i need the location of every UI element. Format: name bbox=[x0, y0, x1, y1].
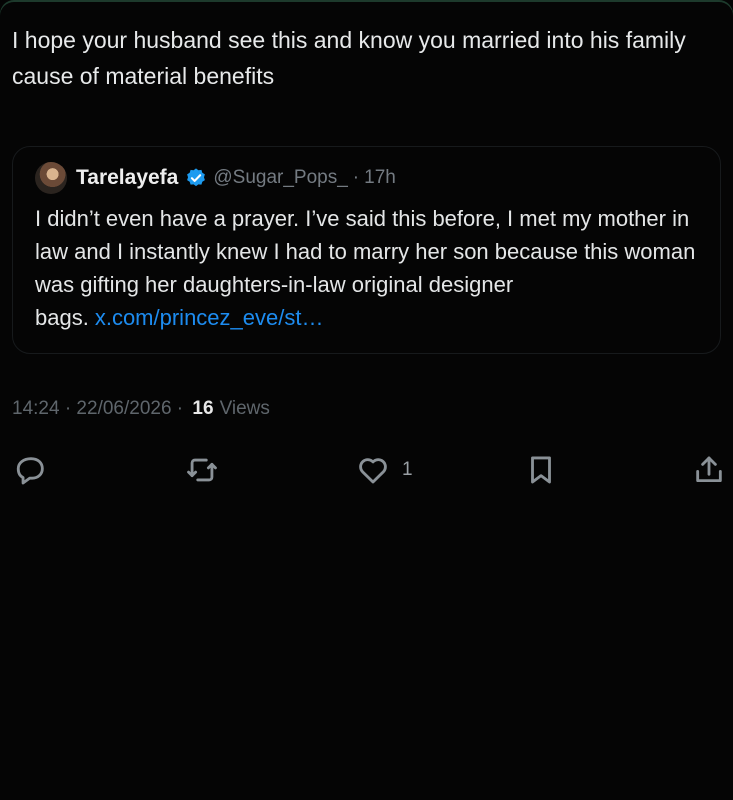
tweet-detail-screen: I hope your husband see this and know yo… bbox=[0, 0, 733, 800]
share-icon bbox=[696, 456, 722, 483]
quoted-tweet-link[interactable]: x.com/princez_eve/st… bbox=[95, 305, 324, 330]
tweet-meta: 14:24 · 22/06/2026 · 16 Views bbox=[12, 398, 270, 420]
like-button[interactable]: 1 bbox=[356, 450, 413, 490]
views-count: 16 bbox=[192, 398, 214, 419]
tweet-text: I hope your husband see this and know yo… bbox=[12, 27, 686, 89]
tweet-timestamp[interactable]: 14:24 · 22/06/2026 · bbox=[12, 398, 183, 419]
quoted-tweet-header: Tarelayefa @Sugar_Pops_ · 17h bbox=[35, 162, 396, 194]
header-separator: · bbox=[352, 167, 360, 188]
views-label: Views bbox=[219, 398, 270, 419]
bookmark-icon bbox=[531, 456, 551, 484]
quoted-tweet-age[interactable]: 17h bbox=[364, 167, 396, 189]
verified-badge-icon bbox=[187, 168, 206, 187]
quoted-tweet-card[interactable]: Tarelayefa @Sugar_Pops_ · 17h I didn’t e… bbox=[12, 146, 721, 354]
quoted-tweet-text: I didn’t even have a prayer. I’ve said t… bbox=[35, 202, 705, 334]
reply-button[interactable] bbox=[14, 450, 48, 490]
like-count: 1 bbox=[402, 459, 413, 480]
bookmark-button[interactable] bbox=[524, 450, 558, 490]
share-button[interactable] bbox=[692, 450, 726, 490]
retweet-icon bbox=[187, 458, 217, 482]
heart-icon bbox=[359, 458, 387, 484]
reply-icon bbox=[16, 457, 44, 485]
avatar[interactable] bbox=[35, 162, 67, 194]
tweet-actions-bar: 1 bbox=[12, 450, 727, 490]
quoted-author-name[interactable]: Tarelayefa bbox=[76, 166, 178, 190]
quoted-author-handle[interactable]: @Sugar_Pops_ bbox=[213, 167, 347, 189]
retweet-button[interactable] bbox=[185, 450, 219, 490]
